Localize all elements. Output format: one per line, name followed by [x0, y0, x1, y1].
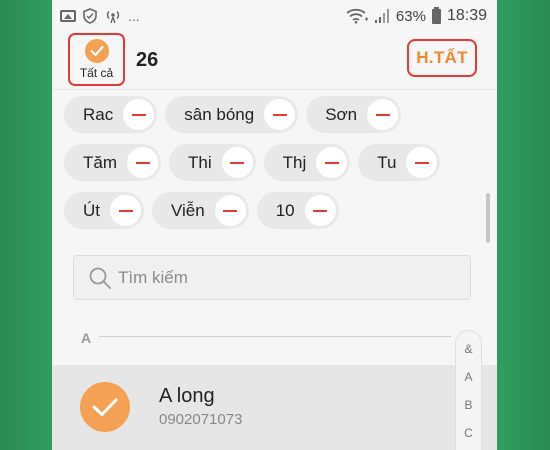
chip-label: Út [83, 200, 100, 220]
index-letter[interactable]: B [464, 398, 472, 413]
chip-row: Rac sân bóng Sơn [64, 96, 484, 133]
status-bar: ... 63% 18:39 [52, 0, 497, 32]
chip[interactable]: 10 [256, 192, 339, 229]
select-all-button[interactable]: Tất cả [68, 33, 125, 86]
contact-checkbox[interactable] [80, 382, 130, 432]
minus-icon [230, 161, 245, 164]
minus-icon [131, 113, 146, 116]
search-placeholder: Tìm kiếm [118, 267, 188, 287]
chip-label: Rac [83, 104, 114, 124]
hotspot-icon [106, 10, 120, 24]
contact-row[interactable]: A long 0902071073 [52, 365, 497, 450]
section-header: A [52, 320, 497, 354]
minus-icon [375, 113, 390, 116]
minus-icon [223, 209, 238, 212]
checkmark-icon [92, 398, 118, 416]
contact-phone: 0902071073 [159, 411, 243, 428]
shield-icon [83, 8, 97, 24]
battery-percent: 63% [395, 7, 426, 25]
chip-row: Út Viễn 10 [64, 192, 484, 229]
wifi-icon [346, 8, 368, 24]
search-input[interactable]: Tìm kiếm [73, 255, 471, 300]
selection-header: Tất cả 26 H.TẤT [52, 32, 497, 90]
remove-chip-button[interactable] [406, 147, 438, 178]
remove-chip-button[interactable] [221, 147, 253, 178]
more-notifications: ... [128, 8, 140, 24]
chip[interactable]: Tăm [64, 144, 161, 181]
clock: 18:39 [446, 7, 487, 24]
minus-icon [313, 209, 328, 212]
chip[interactable]: Út [64, 192, 144, 229]
contact-name: A long [159, 385, 215, 407]
selected-chips: Rac sân bóng Sơn Tăm Thi Thj Tu Út Viễn … [64, 96, 484, 240]
section-divider [99, 336, 451, 337]
checkmark-icon [84, 39, 109, 63]
chip-label: Sơn [325, 104, 358, 124]
chip[interactable]: Thj [263, 144, 351, 181]
done-button[interactable]: H.TẤT [407, 39, 477, 77]
battery-icon [431, 6, 441, 24]
scrollbar[interactable] [486, 193, 490, 243]
signal-icon [374, 9, 389, 23]
remove-chip-button[interactable] [214, 195, 246, 226]
chip[interactable]: sân bóng [165, 96, 299, 133]
index-letter[interactable]: A [464, 370, 472, 385]
status-bar-right: 63% 18:39 [346, 6, 487, 25]
minus-icon [118, 209, 133, 212]
remove-chip-button[interactable] [123, 99, 155, 130]
chip[interactable]: Sơn [306, 96, 402, 133]
chip[interactable]: Viễn [152, 192, 249, 229]
chip[interactable]: Tu [358, 144, 441, 181]
chip-label: Thj [282, 152, 307, 172]
minus-icon [324, 161, 339, 164]
phone-screen: ... 63% 18:39 Tất cả 26 H.TẤT Rac sân bó… [52, 0, 497, 450]
search-icon [89, 267, 111, 289]
status-bar-left: ... [60, 8, 140, 24]
chip-label: Tăm [83, 152, 117, 172]
chip[interactable]: Thi [169, 144, 256, 181]
chip-row: Tăm Thi Thj Tu [64, 144, 484, 181]
select-all-label: Tất cả [79, 66, 114, 80]
remove-chip-button[interactable] [110, 195, 141, 226]
chip[interactable]: Rac [64, 96, 158, 133]
alphabet-index[interactable]: & A B C [455, 330, 482, 450]
minus-icon [414, 161, 429, 164]
remove-chip-button[interactable] [264, 99, 296, 130]
chip-label: Thi [188, 152, 212, 172]
section-letter: A [81, 330, 92, 346]
chip-label: Tu [377, 152, 397, 172]
remove-chip-button[interactable] [127, 147, 158, 178]
minus-icon [272, 113, 287, 116]
remove-chip-button[interactable] [367, 99, 399, 130]
selected-count: 26 [136, 49, 159, 71]
chip-label: sân bóng [184, 104, 255, 124]
chip-label: Viễn [171, 200, 205, 220]
index-letter[interactable]: & [464, 342, 472, 357]
index-letter[interactable]: C [464, 426, 473, 441]
image-notification-icon [60, 10, 76, 22]
remove-chip-button[interactable] [304, 195, 336, 226]
chip-label: 10 [275, 200, 295, 220]
minus-icon [135, 161, 150, 164]
remove-chip-button[interactable] [316, 147, 348, 178]
